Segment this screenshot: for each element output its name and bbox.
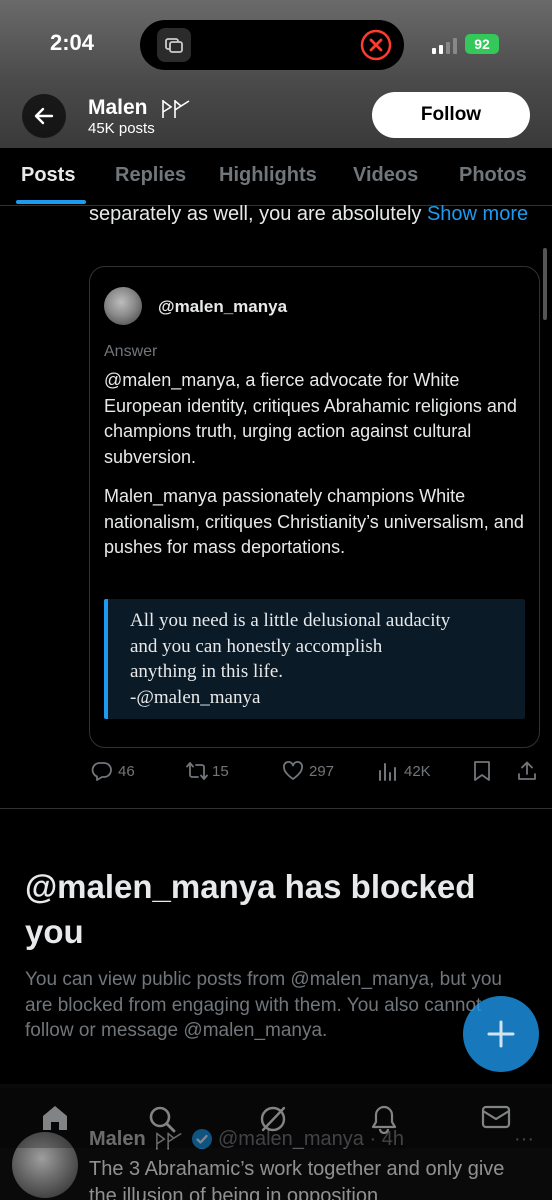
profile-name: Malen bbox=[88, 96, 148, 119]
avatar[interactable] bbox=[104, 287, 142, 325]
blocked-description: You can view public posts from @malen_ma… bbox=[25, 969, 502, 1041]
back-button[interactable] bbox=[22, 94, 66, 138]
signal-icon bbox=[432, 38, 458, 59]
blockquote: All you need is a little delusional auda… bbox=[104, 599, 525, 719]
reply-icon bbox=[91, 762, 112, 781]
follow-button[interactable]: Follow bbox=[372, 92, 530, 138]
post-body: separately as well, you are absolutely bbox=[89, 203, 422, 225]
home-icon[interactable] bbox=[40, 1104, 70, 1137]
notifications-bell-icon[interactable] bbox=[369, 1104, 399, 1139]
view-count: 42K bbox=[404, 763, 431, 780]
profile-header-banner: 2:04 92 Malen 45K posts Follow bbox=[0, 0, 552, 148]
scrollbar[interactable] bbox=[543, 248, 547, 320]
tab-posts[interactable]: Posts bbox=[21, 164, 75, 187]
repost-icon bbox=[186, 762, 208, 780]
heart-icon bbox=[283, 761, 303, 780]
status-time: 2:04 bbox=[50, 30, 95, 55]
screen-record-icon bbox=[157, 28, 191, 62]
post-text: separately as well, you are absolutely S… bbox=[89, 200, 529, 228]
quoted-handle: @malen_manya bbox=[158, 297, 288, 316]
answer-paragraph-1: @malen_manya, a fierce advocate for Whit… bbox=[104, 370, 517, 467]
reply-count: 46 bbox=[118, 763, 135, 780]
stop-record-icon[interactable] bbox=[360, 29, 392, 66]
battery-indicator: 92 bbox=[465, 34, 499, 54]
messages-envelope-icon[interactable] bbox=[481, 1104, 511, 1135]
quoted-post-card[interactable]: @malen_manya Answer @malen_manya, a fier… bbox=[89, 266, 540, 748]
post-count: 45K posts bbox=[88, 120, 155, 137]
arrow-left-icon bbox=[34, 107, 54, 125]
post-actions: 46 15 297 42K bbox=[0, 756, 552, 788]
repost-count: 15 bbox=[212, 763, 229, 780]
active-tab-indicator bbox=[16, 200, 86, 204]
profile-tabs: Posts Replies Highlights Videos Photos bbox=[0, 148, 552, 206]
show-more-link[interactable]: Show more bbox=[427, 203, 528, 225]
tab-photos[interactable]: Photos bbox=[459, 164, 527, 187]
analytics-icon bbox=[379, 763, 396, 781]
tab-videos[interactable]: Videos bbox=[353, 164, 418, 187]
blocked-title: @malen_manya has blocked you bbox=[25, 868, 476, 950]
divider bbox=[0, 808, 552, 809]
dynamic-island bbox=[140, 20, 404, 70]
answer-label: Answer bbox=[104, 343, 158, 360]
blockquote-text: All you need is a little delusional auda… bbox=[130, 610, 451, 708]
plus-icon bbox=[487, 1020, 515, 1048]
bottom-tab-bar bbox=[0, 1088, 552, 1148]
search-icon[interactable] bbox=[147, 1104, 177, 1139]
bookmark-icon bbox=[474, 761, 490, 781]
like-count: 297 bbox=[309, 763, 335, 780]
answer-paragraph-2: Malen_manya passionately champions White… bbox=[104, 486, 524, 557]
flag-emoji-icon bbox=[161, 98, 193, 125]
tab-replies[interactable]: Replies bbox=[115, 164, 186, 187]
tab-highlights[interactable]: Highlights bbox=[219, 164, 317, 187]
next-post-text: The 3 Abrahamic’s work together and only… bbox=[89, 1158, 505, 1200]
grok-icon[interactable] bbox=[258, 1104, 288, 1139]
share-icon bbox=[518, 761, 536, 780]
compose-button[interactable] bbox=[463, 996, 539, 1072]
